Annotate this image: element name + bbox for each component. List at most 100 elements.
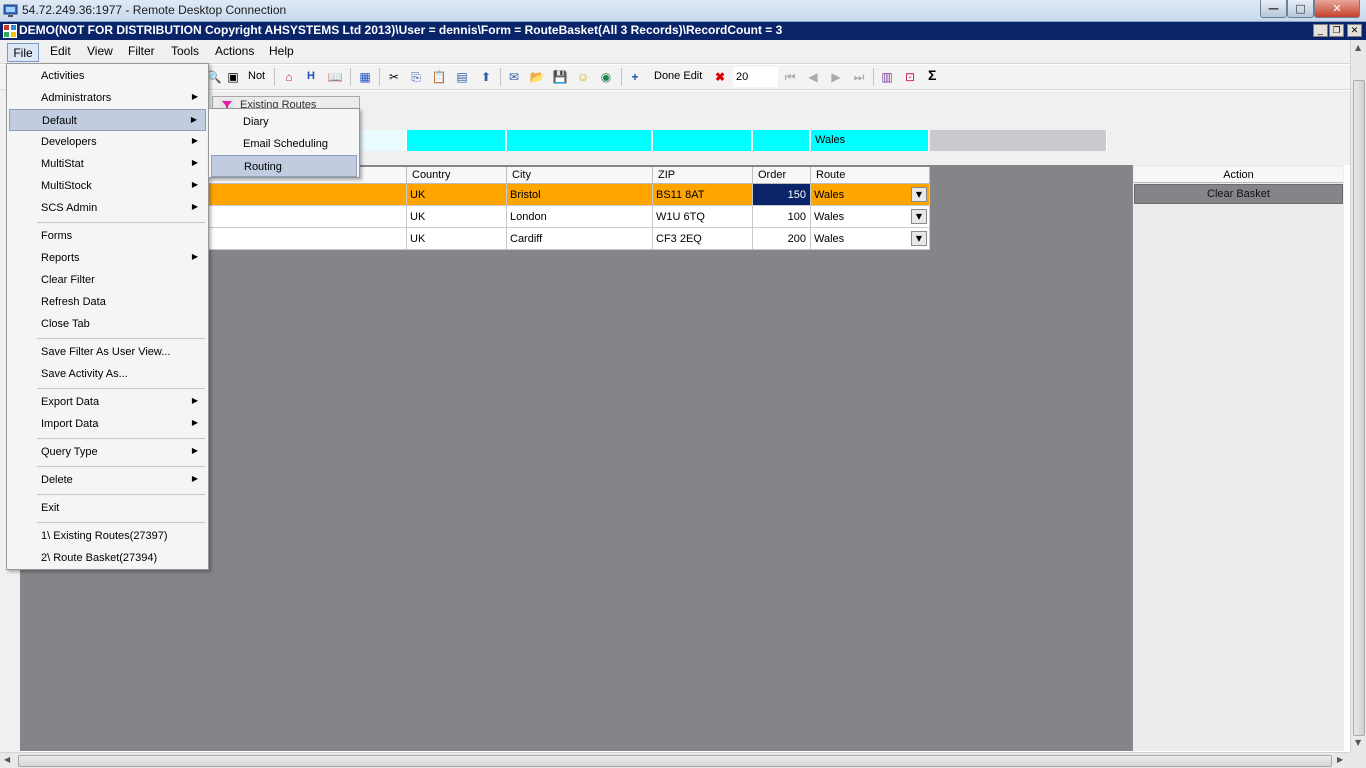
- table-row[interactable]: UK London W1U 6TQ 100 Wales ▼: [208, 206, 930, 228]
- first-record-icon[interactable]: ⏮: [782, 69, 798, 85]
- scroll-right-icon[interactable]: ▶: [1337, 755, 1343, 764]
- scroll-left-icon[interactable]: ◀: [4, 755, 10, 764]
- home-icon[interactable]: ⌂: [281, 69, 297, 85]
- menu-item-refresh-data[interactable]: Refresh Data: [9, 291, 206, 313]
- menu-item-default[interactable]: Default ▶: [9, 109, 206, 131]
- scroll-down-icon[interactable]: ▼: [1355, 738, 1361, 747]
- copy-icon[interactable]: ⎘: [408, 69, 424, 85]
- column-header-order[interactable]: Order: [753, 167, 811, 184]
- horizontal-scroll-thumb[interactable]: [18, 755, 1332, 767]
- last-record-icon[interactable]: ⏭: [851, 69, 867, 85]
- mdi-restore-button[interactable]: ❐: [1329, 24, 1344, 37]
- filter-order[interactable]: [753, 130, 810, 151]
- route-dropdown-icon[interactable]: ▼: [911, 209, 927, 224]
- menu-item-exit[interactable]: Exit: [9, 497, 206, 519]
- menu-item-multistock[interactable]: MultiStock ▶: [9, 175, 206, 197]
- city-cell[interactable]: Bristol: [507, 184, 653, 206]
- menu-item-import-data[interactable]: Import Data ▶: [9, 413, 206, 435]
- menu-item-close-tab[interactable]: Close Tab: [9, 313, 206, 335]
- order-cell[interactable]: 150: [753, 184, 811, 206]
- country-cell[interactable]: UK: [407, 206, 507, 228]
- menu-filter[interactable]: Filter: [128, 44, 155, 58]
- menu-edit[interactable]: Edit: [50, 44, 71, 58]
- print-preview-icon[interactable]: ⊡: [902, 69, 918, 85]
- filter-route[interactable]: Wales: [811, 130, 929, 151]
- filter-zip[interactable]: [653, 130, 752, 151]
- menu-item-query-type[interactable]: Query Type ▶: [9, 441, 206, 463]
- not-button[interactable]: Not: [248, 70, 265, 82]
- table-row[interactable]: UK Bristol BS11 8AT 150 Wales ▼: [208, 184, 930, 206]
- menu-help[interactable]: Help: [269, 44, 294, 58]
- row-blank-cell[interactable]: [208, 184, 407, 206]
- menu-item-multistat[interactable]: MultiStat ▶: [9, 153, 206, 175]
- menu-file[interactable]: File: [7, 43, 39, 62]
- sum-icon[interactable]: Σ: [928, 67, 936, 83]
- next-record-icon[interactable]: ▶: [828, 69, 844, 85]
- filter-country[interactable]: [407, 130, 506, 151]
- delete-icon[interactable]: ✖: [712, 69, 728, 85]
- scroll-up-icon[interactable]: ▲: [1355, 43, 1361, 52]
- menu-item-scs-admin[interactable]: SCS Admin ▶: [9, 197, 206, 219]
- row-count-input[interactable]: [733, 67, 778, 87]
- menu-view[interactable]: View: [87, 44, 113, 58]
- paste-icon[interactable]: 📋: [431, 69, 447, 85]
- row-blank-cell[interactable]: [208, 206, 407, 228]
- calculator-icon[interactable]: ▦: [357, 69, 373, 85]
- globe-icon[interactable]: ◉: [598, 69, 614, 85]
- menu-item-save-activity[interactable]: Save Activity As...: [9, 363, 206, 385]
- menu-item-recent-existing-routes[interactable]: 1\ Existing Routes(27397): [9, 525, 206, 547]
- route-dropdown-icon[interactable]: ▼: [911, 187, 927, 202]
- save-icon[interactable]: 💾: [552, 69, 568, 85]
- row-blank-cell[interactable]: [208, 228, 407, 250]
- menu-item-export-data[interactable]: Export Data ▶: [9, 391, 206, 413]
- vertical-scrollbar[interactable]: ▲ ▼: [1350, 40, 1366, 752]
- country-cell[interactable]: UK: [407, 184, 507, 206]
- mdi-minimize-button[interactable]: _: [1313, 24, 1328, 37]
- menu-tools[interactable]: Tools: [171, 44, 199, 58]
- done-edit-button[interactable]: Done Edit: [654, 70, 702, 82]
- paste-special-icon[interactable]: ▤: [454, 69, 470, 85]
- horizontal-scrollbar[interactable]: ◀ ▶: [0, 752, 1350, 768]
- filter-form-icon[interactable]: ▣: [225, 69, 241, 85]
- column-header-route[interactable]: Route: [811, 167, 930, 184]
- column-header-zip[interactable]: ZIP: [653, 167, 753, 184]
- menu-item-forms[interactable]: Forms: [9, 225, 206, 247]
- route-cell[interactable]: Wales ▼: [811, 206, 930, 228]
- column-header-city[interactable]: City: [507, 167, 653, 184]
- menu-item-delete[interactable]: Delete ▶: [9, 469, 206, 491]
- menu-actions[interactable]: Actions: [215, 44, 254, 58]
- menu-item-administrators[interactable]: Administrators ▶: [9, 87, 206, 109]
- add-icon[interactable]: +: [627, 69, 643, 85]
- menu-item-recent-route-basket[interactable]: 2\ Route Basket(27394): [9, 547, 206, 569]
- order-cell[interactable]: 200: [753, 228, 811, 250]
- filter-city[interactable]: [507, 130, 652, 151]
- previous-record-icon[interactable]: ◀: [805, 69, 821, 85]
- menu-item-activities[interactable]: Activities: [9, 65, 206, 87]
- rdp-maximize-button[interactable]: □: [1287, 0, 1314, 18]
- route-dropdown-icon[interactable]: ▼: [911, 231, 927, 246]
- submenu-item-diary[interactable]: Diary: [211, 111, 357, 133]
- route-cell[interactable]: Wales ▼: [811, 184, 930, 206]
- menu-item-reports[interactable]: Reports ▶: [9, 247, 206, 269]
- import-icon[interactable]: ⬆: [478, 69, 494, 85]
- clear-basket-button[interactable]: Clear Basket: [1134, 184, 1343, 204]
- zip-cell[interactable]: BS11 8AT: [653, 184, 753, 206]
- mdi-close-button[interactable]: ✕: [1347, 24, 1362, 37]
- submenu-item-routing[interactable]: Routing: [211, 155, 357, 177]
- rdp-close-button[interactable]: ✕: [1314, 0, 1360, 18]
- menu-item-clear-filter[interactable]: Clear Filter: [9, 269, 206, 291]
- open-folder-icon[interactable]: 📂: [529, 69, 545, 85]
- route-cell[interactable]: Wales ▼: [811, 228, 930, 250]
- email-icon[interactable]: ✉: [506, 69, 522, 85]
- menu-item-developers[interactable]: Developers ▶: [9, 131, 206, 153]
- h-button[interactable]: H: [307, 70, 315, 82]
- vertical-scroll-thumb[interactable]: [1353, 80, 1365, 736]
- order-cell[interactable]: 100: [753, 206, 811, 228]
- column-header-country[interactable]: Country: [407, 167, 507, 184]
- cut-icon[interactable]: ✂: [386, 69, 402, 85]
- book-icon[interactable]: 📖: [327, 69, 343, 85]
- city-cell[interactable]: London: [507, 206, 653, 228]
- table-row[interactable]: UK Cardiff CF3 2EQ 200 Wales ▼: [208, 228, 930, 250]
- zip-cell[interactable]: W1U 6TQ: [653, 206, 753, 228]
- chart-icon[interactable]: ▥: [879, 69, 895, 85]
